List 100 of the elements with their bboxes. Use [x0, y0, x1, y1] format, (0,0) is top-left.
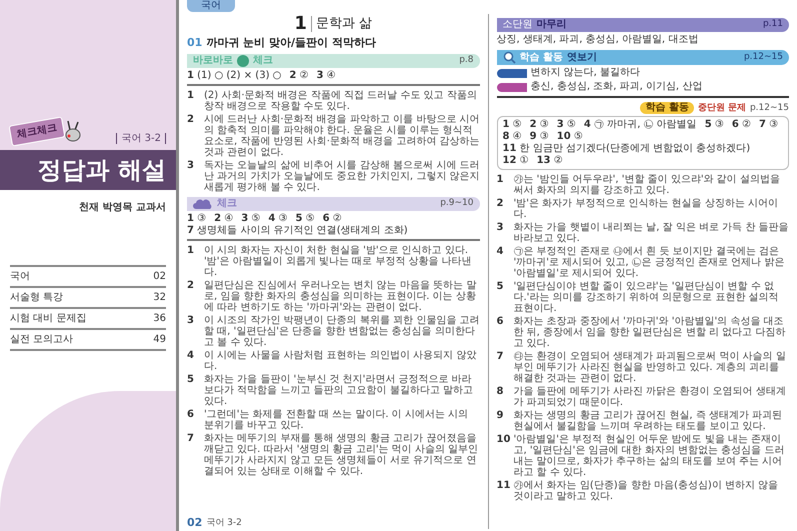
item-number: 1	[496, 174, 504, 187]
item-number: 7	[187, 432, 195, 446]
explanation-text: ㉮에서 화자는 임(단종)을 향한 마음(충성심)이 변하지 않을 것이라고 말하고 있다.	[514, 480, 780, 502]
contents-label: 국어	[10, 270, 30, 284]
item-number: 2	[187, 114, 195, 126]
page-reference: p.12~15	[750, 102, 789, 114]
explanation-text: 독자는 오늘날의 삶에 비추어 시를 감상해 봄으로써 시에 드러난 과거의 가치가 오늘날에도 중요한 가치인지, 그렇지 않은지 새롭게 평가해 볼 수 있다.	[204, 160, 480, 192]
answer-text: 3 ⑤	[241, 212, 260, 224]
explanation-text: 화자는 메뚜기의 부재를 통해 생명의 황금 고리가 끊어졌음을 깨닫고 있다. 따라서 '생명의 황금 고리'는 먹이 사슬의 일부인 메뚜기가 사라지지 않고 모든 생명체들이 서로 유기적으로 연결되어 있는 상태로 이해할 수 있다.	[204, 432, 480, 476]
explanation-text: '아람별일'은 부정적 현실인 어두운 밤에도 빛을 내는 존재이고, '일편단심'은 임금에 대한 화자의 변함없는 충성심을 드러내는 말이므로, 화자가 추구하는 삶의 태도를 보여 주는 시어라고 할 수 있다.	[514, 434, 786, 478]
item-number: 3	[496, 222, 504, 235]
answer-text: 11 한 임금만 섬기겠다(단종에게 변함없이 충성하겠다)	[502, 143, 750, 155]
subject-label: 국어 3-2	[116, 133, 166, 144]
header-subtitle: 중단원 문제	[698, 102, 746, 114]
contents-page: 32	[153, 291, 166, 305]
contents-label: 서술형 특강	[10, 291, 64, 305]
explanation-text: ㉰는 환경이 오염되어 생태계가 파괴됨으로써 먹이 사슬의 일부인 메뚜기가 사라진 현실을 반영하고 있다. 계층의 괴리를 해결한 것과는 관련이 없다.	[514, 351, 787, 384]
keyword-list: 충신, 충성심, 조화, 파괴, 이기심, 산업	[530, 81, 702, 93]
circle-icon	[237, 54, 249, 66]
page-reference: p.11	[762, 18, 783, 32]
answer-text: 7 ③	[759, 119, 778, 131]
chapter-number: 1	[294, 14, 307, 33]
item-number: 1	[187, 90, 195, 102]
answer-text: 5 ③	[704, 119, 724, 131]
explanation-text: ㉠은 부정적인 존재로 ㉯에서 흰 듯 보이지만 결국에는 검은 '까마귀'로 제시되어 있고, ㉡은 긍정적인 존재로 언제나 밝은 '아람별일'로 제시되어 있다.	[514, 246, 786, 279]
item-number: 5	[496, 281, 504, 294]
magnifier-icon	[502, 51, 516, 64]
contents-label: 실전 모의고사	[10, 333, 74, 347]
answer-text: 1 ③	[187, 212, 206, 224]
bunny-drawing	[64, 120, 82, 142]
item-number: 3	[187, 160, 195, 172]
item-number: 1	[187, 244, 195, 258]
explanation-text: 이 시에는 사물을 사람처럼 표현하는 의인법이 사용되지 않았다.	[204, 350, 478, 372]
page-reference: p.12~15	[744, 50, 783, 64]
item-number: 11	[496, 480, 508, 493]
item-number: 7	[496, 351, 504, 364]
explanation-text: 화자는 생명의 황금 고리가 끊어진 현실, 즉 생태계가 파괴된 현실에서 불길함을 느끼며 우려하는 태도를 보이고 있다.	[514, 410, 784, 432]
item-number: 4	[187, 350, 195, 362]
header-title: 학습 활동	[520, 52, 563, 64]
answer-text: 7 생명체들 사이의 유기적인 연결(생태계의 조화)	[187, 224, 408, 236]
explanation-text: 화자는 가을 들판이 '눈부신 것 천지'라면서 긍정적으로 바라보다가 적막함을 느끼고 들판의 고요함이 불길하다고 말하고 있다.	[204, 374, 474, 406]
keyword-list: 변하지 않는다, 불길하다	[530, 67, 640, 79]
item-number: 4	[496, 246, 504, 259]
contents-label: 시험 대비 문제집	[10, 312, 86, 326]
cloud-icon	[193, 198, 213, 209]
contents-page: 02	[153, 270, 166, 284]
answer-text: 9 ③	[530, 131, 549, 143]
cover-title: 정답과 해설	[38, 156, 166, 184]
header-subtitle: 엿보기	[566, 52, 597, 64]
section-title: 까마귀 눈비 맞아/들판이 적막하다	[206, 35, 376, 51]
answer-text: 12 ①	[502, 155, 529, 167]
item-number: 3	[187, 314, 195, 328]
answer-text: 5 ⑤	[296, 212, 315, 224]
answer-text: 8 ④	[502, 131, 522, 143]
footer-label: 국어 3-2	[206, 517, 242, 529]
item-number: 2	[187, 280, 195, 292]
header-label: 소단원	[502, 19, 532, 31]
page-reference: p.9~10	[440, 196, 474, 210]
contents-page: 49	[153, 333, 166, 347]
answer-text: 1 ⑤	[502, 119, 522, 131]
answer-text: 1 (1) ○ (2) × (3) ○	[187, 70, 282, 82]
explanation-text: '그런데'는 화제를 전환할 때 쓰는 말이다. 이 시에서는 시의 분위기를 바꾸고 있다.	[204, 408, 470, 430]
keyword-list: 상징, 생태계, 파괴, 충성심, 아람별일, 대조법	[496, 34, 789, 46]
item-number: 6	[496, 316, 504, 329]
explanation-text: 시에 드러난 사회·문화적 배경을 파악하고 이를 바탕으로 시어의 함축적 의미를 파악해야 한다. 운율은 시를 이루는 형식적 요소로, 작품에 반영된 사회·문화적 배경을 고려하여 감상하는 것과 관련이 없다.	[204, 114, 480, 158]
answer-text: 6 ②	[322, 212, 342, 224]
item-number: 6	[187, 408, 195, 422]
answer-text: 4 ③	[268, 212, 288, 224]
activity-badge: 학습 활동	[640, 102, 694, 114]
header-prefix: 바로바로	[193, 54, 233, 66]
explanation-text: 가을 들판에 메뚜기가 사라진 까닭은 환경이 오염되어 생태계가 파괴되었기 때문이다.	[514, 386, 787, 408]
header-title: 마무리	[536, 19, 566, 31]
answer-text: 13 ②	[536, 155, 563, 167]
item-number: 8	[496, 386, 504, 399]
explanation-text: 이 시조의 작가인 박팽년이 단종의 복위를 꾀한 인물임을 고려할 때, '일편단심'은 단종을 향한 변함없는 충성심을 의미한다고 볼 수 있다.	[204, 314, 480, 348]
answer-text: 10 ⑤	[556, 131, 583, 143]
answer-text: 3 ④	[316, 70, 336, 82]
explanation-text: '밤'은 화자가 부정적으로 인식하는 현실을 상징하는 시어이다.	[514, 198, 780, 220]
answer-text: 3 ⑤	[556, 119, 576, 131]
answer-text: 2 ④	[214, 212, 234, 224]
item-number: 5	[187, 374, 195, 386]
contents-page: 36	[153, 312, 166, 326]
item-number: 10	[496, 434, 508, 447]
explanation-text: '일편단심이야 변할 줄이 있으랴'는 '일편단심이 변할 수 없다.'라는 의미를 강조하기 위하여 의문형으로 표현한 설의적 표현이다.	[514, 281, 780, 314]
answer-text: 2 ②	[289, 70, 308, 82]
header-title: 체크	[217, 198, 237, 210]
explanation-text: 화자는 초장과 중장에서 '까마귀'와 '아람별일'의 속성을 대조한 뒤, 종장에서 임을 향한 일편단심은 변할 리 없다고 다짐하고 있다.	[514, 316, 786, 349]
answer-text: 2 ③	[530, 119, 549, 131]
page-reference: p.8	[459, 54, 474, 67]
page-number: 02	[187, 517, 202, 529]
explanation-text: ㉮는 '밤인들 어두우랴', '변할 줄이 있으랴'와 같이 설의법을 써서 화자의 의지를 강조하고 있다.	[514, 174, 781, 196]
explanation-text: 이 시의 화자는 자신이 처한 현실을 '밤'으로 인식하고 있다. '밤'은 아람별일이 외롭게 빛나는 때로 부정적 상황을 나타낸다.	[204, 244, 473, 278]
item-number: 2	[496, 198, 504, 211]
explanation-text: 일편단심은 진심에서 우러나오는 변치 않는 마음을 뜻하는 말로, 임을 향한 화자의 충성심을 의미하는 표현이다. 이는 상황에 따라 변하기도 하는 '까마귀'와는 관련이 없다.	[204, 280, 478, 312]
explanation-text: (2) 사회·문화적 배경은 작품에 직접 드러날 수도 있고 작품의 창작 배경으로 작용할 수도 있다.	[204, 90, 478, 112]
item-number: 9	[496, 410, 504, 423]
answer-text: 4 ㉠ 까마귀, ㉡ 아람별일	[584, 119, 697, 131]
header-title: 체크	[253, 54, 273, 66]
chapter-title: 문학과 삶	[310, 16, 372, 32]
publisher-text: 천재 박영목 교과서	[79, 201, 166, 215]
